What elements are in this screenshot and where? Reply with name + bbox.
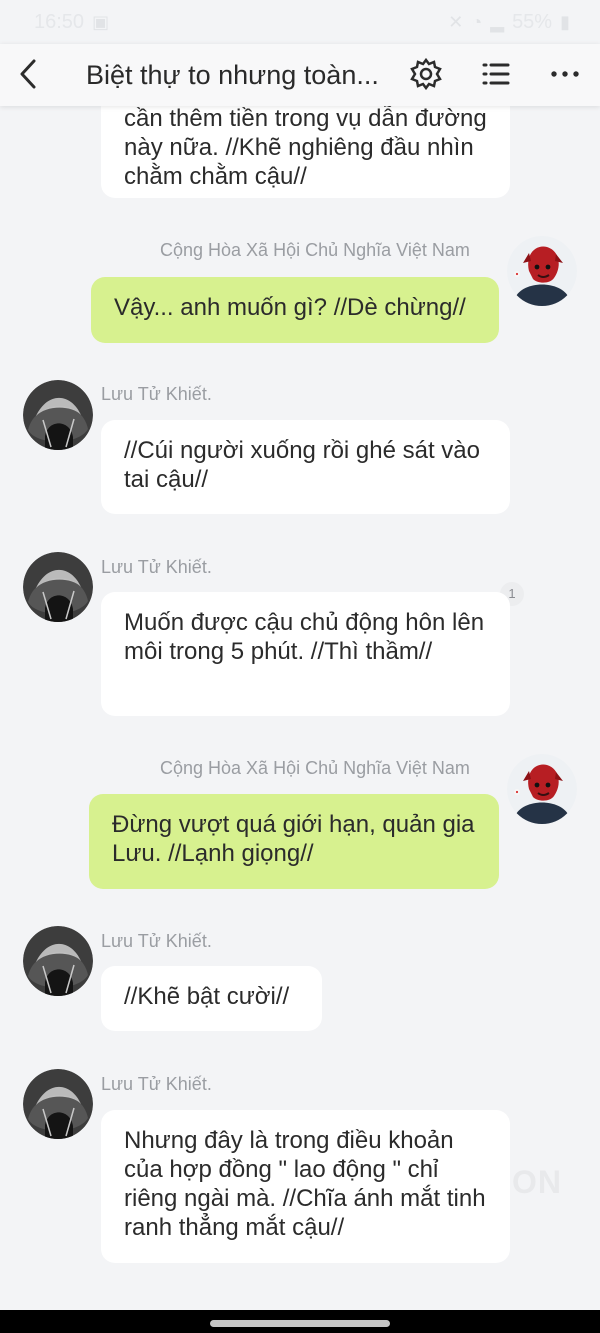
status-bar: 16:50 ▣ ✕ ◔ ▂ 55% ▮ (0, 0, 600, 44)
message-text: Đừng vượt quá giới hạn, quản gia Lưu. //… (112, 811, 475, 867)
message-text: //Cúi người xuống rồi ghé sát vào tai cậ… (124, 437, 481, 493)
home-indicator[interactable] (210, 1320, 390, 1327)
message-bubble[interactable]: Muốn được cậu chủ động hôn lên môi trong… (101, 592, 510, 716)
avatar[interactable] (507, 754, 577, 824)
status-left: 16:50 ▣ (34, 11, 109, 34)
avatar[interactable] (23, 552, 93, 622)
battery-percentage: 55% (512, 10, 553, 33)
status-time: 16:50 (34, 10, 85, 33)
message-text: cần thêm tiền trong vụ dẫn đường này nữa… (124, 106, 487, 190)
more-icon (551, 71, 579, 77)
back-button[interactable] (14, 57, 44, 91)
watermark: ON (512, 1164, 562, 1200)
red-character-avatar-image (507, 754, 577, 824)
message-bubble[interactable]: Nhưng đây là trong điều khoản của hợp đồ… (101, 1110, 510, 1263)
message-bubble[interactable]: Vậy... anh muốn gì? //Dè chừng// (91, 277, 499, 343)
list-icon (482, 63, 510, 85)
chevron-left-icon (20, 59, 36, 89)
sender-name: Lưu Tử Khiết. (101, 384, 212, 404)
mute-icon: ✕ (448, 11, 464, 32)
battery-icon: ▮ (560, 11, 570, 32)
sender-name: Lưu Tử Khiết. (101, 557, 212, 577)
message-bubble[interactable]: Đừng vượt quá giới hạn, quản gia Lưu. //… (89, 794, 499, 889)
sender-name: Lưu Tử Khiết. (101, 1074, 212, 1094)
avatar[interactable] (507, 236, 577, 306)
message-bubble[interactable]: cần thêm tiền trong vụ dẫn đường này nữa… (101, 106, 510, 198)
settings-button[interactable] (409, 57, 443, 91)
more-button[interactable] (548, 57, 582, 91)
chat-area[interactable]: cần thêm tiền trong vụ dẫn đường này nữa… (0, 106, 600, 1310)
message-text: Nhưng đây là trong điều khoản của hợp đồ… (124, 1127, 486, 1241)
dark-character-avatar-image (23, 552, 93, 622)
wifi-icon: ◔ (471, 11, 483, 32)
sender-name: Lưu Tử Khiết. (101, 931, 212, 951)
dark-character-avatar-image (23, 926, 93, 996)
gear-icon (410, 57, 442, 91)
image-icon: ▣ (92, 11, 110, 32)
avatar[interactable] (23, 926, 93, 996)
status-right: ✕ ◔ ▂ 55% ▮ (448, 11, 570, 34)
sender-name: Cộng Hòa Xã Hội Chủ Nghĩa Việt Nam (160, 758, 470, 778)
chat-title: Biệt thự to nhưng toàn... (86, 60, 379, 90)
sender-name: Cộng Hòa Xã Hội Chủ Nghĩa Việt Nam (160, 240, 470, 260)
message-text: Vậy... anh muốn gì? //Dè chừng// (114, 294, 466, 321)
avatar[interactable] (23, 380, 93, 450)
message-bubble[interactable]: //Khẽ bật cười// (101, 966, 322, 1031)
dark-character-avatar-image (23, 380, 93, 450)
message-bubble[interactable]: //Cúi người xuống rồi ghé sát vào tai cậ… (101, 420, 510, 514)
message-text: //Khẽ bật cười// (124, 983, 290, 1010)
dark-character-avatar-image (23, 1069, 93, 1139)
avatar[interactable] (23, 1069, 93, 1139)
red-character-avatar-image (507, 236, 577, 306)
list-button[interactable] (479, 57, 513, 91)
signal-icon: ▂ (490, 11, 505, 32)
message-text: Muốn được cậu chủ động hôn lên môi trong… (124, 609, 485, 665)
chat-header: Biệt thự to nhưng toàn... (0, 44, 600, 106)
